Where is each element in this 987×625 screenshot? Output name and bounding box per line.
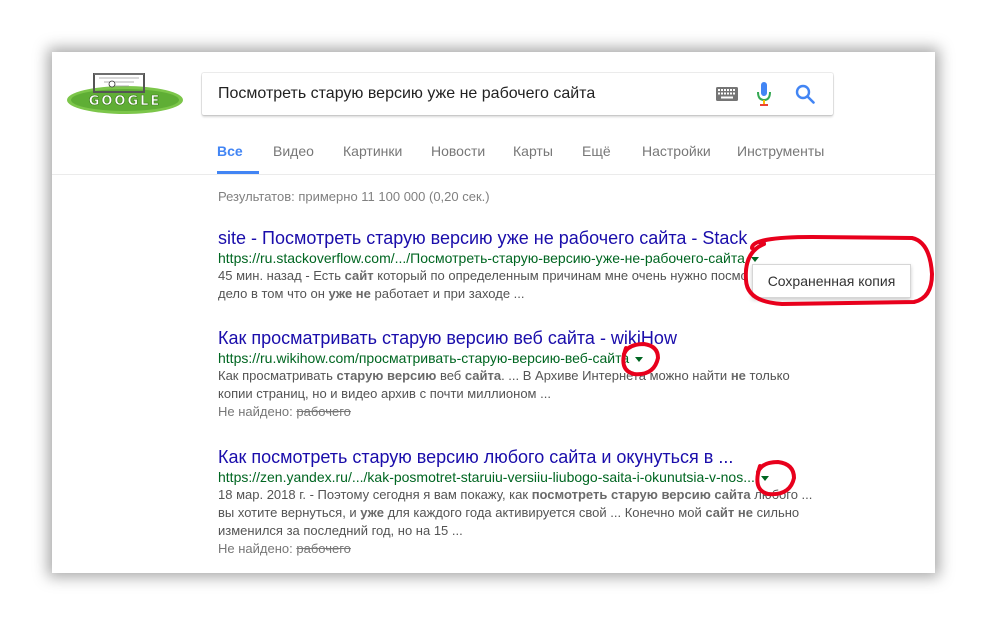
tab-maps[interactable]: Карты [513,143,553,159]
snippet-text: для каждого года активируется свой ... К… [383,505,706,520]
missing-label: Не найдено: [218,541,297,556]
result-title-link[interactable]: site - Посмотреть старую версию уже не р… [218,227,838,249]
snippet-text: вы хотите вернуться, и [218,505,361,520]
tab-news[interactable]: Новости [431,143,485,159]
result-snippet: 18 мар. 2018 г. - Поэтому сегодня я вам … [218,486,838,540]
keyboard-icon[interactable] [716,87,738,101]
result-snippet: Как просматривать старую версию веб сайт… [218,367,838,403]
missing-word: рабочего [296,404,351,419]
snippet-text: Как просматривать [218,368,337,383]
tab-tools[interactable]: Инструменты [737,143,824,159]
snippet-text: любого ... [750,487,813,502]
tab-images[interactable]: Картинки [343,143,402,159]
search-result: Как посмотреть старую версию любого сайт… [218,446,838,558]
microphone-icon[interactable] [757,82,771,106]
result-menu-arrow-icon[interactable] [760,475,769,481]
search-header: GOOGLE Посмотреть старую версию уже не р… [52,52,935,175]
snippet-text: дело в том что он [218,286,329,301]
google-doodle-logo[interactable]: GOOGLE [64,72,186,116]
snippet-highlight: старую версию [336,368,437,383]
tab-video[interactable]: Видео [273,143,314,159]
result-url-text: https://zen.yandex.ru/.../kak-posmotret-… [218,469,755,485]
snippet-highlight: не [730,368,746,383]
result-url: https://ru.wikihow.com/просматривать-ста… [218,349,838,367]
snippet-highlight: уже [360,505,384,520]
snippet-highlight: сайт не [705,505,753,520]
missing-terms: Не найдено: рабочего [218,540,838,558]
snippet-text: копии страниц, но и видео архив с почти … [218,386,551,401]
snippet-text: веб [436,368,465,383]
browser-window: GOOGLE Посмотреть старую версию уже не р… [52,52,935,573]
tab-settings[interactable]: Настройки [642,143,711,159]
search-icon[interactable] [795,84,815,104]
active-tab-indicator [217,171,259,174]
cached-copy-menu-item[interactable]: Сохраненная копия [752,264,911,298]
result-url: https://ru.stackoverflow.com/.../Посмотр… [218,249,838,267]
search-result: Как просматривать старую версию веб сайт… [218,327,838,421]
search-box[interactable]: Посмотреть старую версию уже не рабочего… [202,73,833,115]
snippet-text: изменился за последний год, но на 15 ... [218,523,463,538]
missing-word: рабочего [296,541,351,556]
result-menu-arrow-icon[interactable] [750,256,759,262]
snippet-highlight: посмотреть старую версию сайта [531,487,751,502]
tab-all[interactable]: Все [217,143,243,159]
result-stats: Результатов: примерно 11 100 000 (0,20 с… [218,189,490,204]
result-url: https://zen.yandex.ru/.../kak-posmotret-… [218,468,838,486]
search-result: site - Посмотреть старую версию уже не р… [218,227,838,303]
svg-text:GOOGLE: GOOGLE [89,94,162,109]
snippet-text: 18 мар. 2018 г. - Поэтому сегодня я вам … [218,487,532,502]
snippet-highlight: уже не [328,286,371,301]
snippet-text: 45 мин. назад - Есть [218,268,345,283]
missing-terms: Не найдено: рабочего [218,403,838,421]
snippet-text: . ... В Архиве Интернета можно найти [501,368,731,383]
tab-more[interactable]: Ещё [582,143,611,159]
result-url-text: https://ru.stackoverflow.com/.../Посмотр… [218,250,745,266]
snippet-text: который по определенным причинам мне оче… [373,268,748,283]
result-snippet: 45 мин. назад - Есть сайт который по опр… [218,267,838,303]
missing-label: Не найдено: [218,404,297,419]
snippet-text: сильно [752,505,800,520]
result-title-link[interactable]: Как просматривать старую версию веб сайт… [218,327,838,349]
result-title-link[interactable]: Как посмотреть старую версию любого сайт… [218,446,838,468]
snippet-text: работает и при заходе ... [370,286,525,301]
result-menu-arrow-icon[interactable] [635,356,644,362]
snippet-text: только [745,368,790,383]
snippet-highlight: сайта [464,368,502,383]
search-input[interactable]: Посмотреть старую версию уже не рабочего… [218,85,595,103]
result-url-text: https://ru.wikihow.com/просматривать-ста… [218,350,630,366]
snippet-highlight: сайт [344,268,374,283]
